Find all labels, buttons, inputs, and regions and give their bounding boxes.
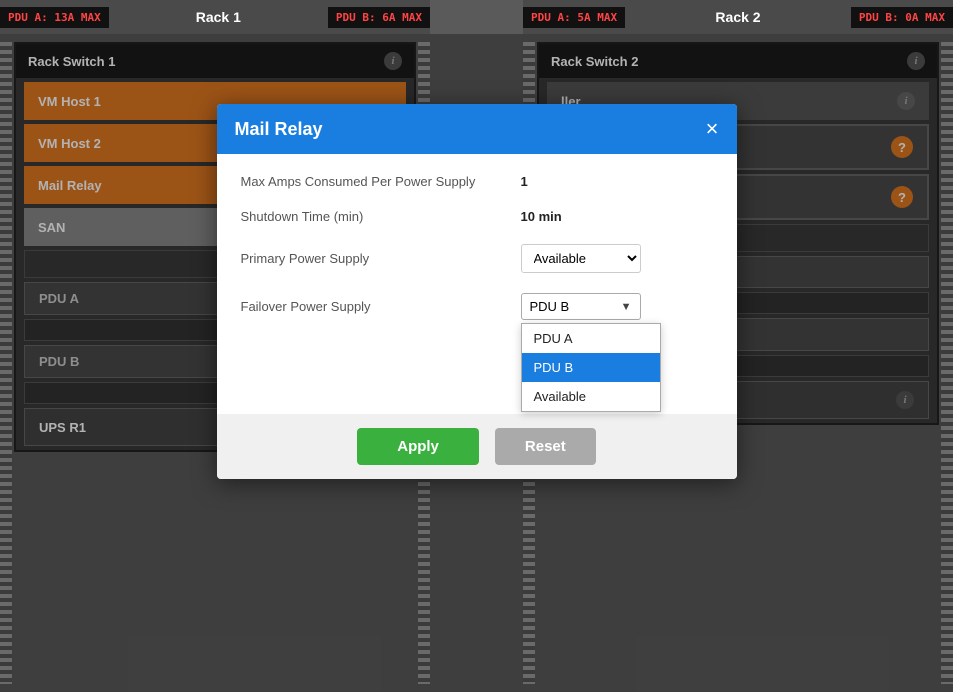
failover-option-available[interactable]: Available [522,382,660,411]
modal-overlay: Mail Relay × Max Amps Consumed Per Power… [0,34,953,692]
modal-close-button[interactable]: × [706,118,719,140]
shutdown-label: Shutdown Time (min) [241,209,521,224]
modal: Mail Relay × Max Amps Consumed Per Power… [217,104,737,479]
modal-body: Max Amps Consumed Per Power Supply 1 Shu… [217,154,737,414]
rack1-pdu-b-label: PDU B: 6A MAX [328,7,430,28]
max-amps-label: Max Amps Consumed Per Power Supply [241,174,521,189]
apply-button[interactable]: Apply [357,428,479,465]
failover-label: Failover Power Supply [241,299,521,314]
failover-option-pdu-a[interactable]: PDU A [522,324,660,353]
failover-select-arrow: ▼ [621,301,632,313]
rack1-pdu-a-label: PDU A: 13A MAX [0,7,109,28]
failover-select-trigger[interactable]: PDU B ▼ [521,293,641,320]
modal-footer: Apply Reset [217,414,737,479]
primary-power-select[interactable]: Available [521,244,641,273]
failover-option-pdu-b[interactable]: PDU B [522,353,660,382]
max-amps-row: Max Amps Consumed Per Power Supply 1 [241,174,713,189]
max-amps-value: 1 [521,174,528,189]
failover-selected-value: PDU B [530,299,570,314]
rack2-pdu-b-label: PDU B: 0A MAX [851,7,953,28]
shutdown-time-row: Shutdown Time (min) 10 min [241,209,713,224]
primary-power-row: Primary Power Supply Available [241,244,713,273]
rack2-title: Rack 2 [625,9,851,25]
reset-button[interactable]: Reset [495,428,596,465]
modal-title: Mail Relay [235,119,323,140]
modal-header: Mail Relay × [217,104,737,154]
primary-label: Primary Power Supply [241,251,521,266]
rack1-title: Rack 1 [109,9,328,25]
failover-dropdown-list: PDU A PDU B Available [521,323,661,412]
shutdown-value: 10 min [521,209,562,224]
failover-dropdown-container: PDU B ▼ PDU A PDU B Available [521,293,641,320]
failover-power-row: Failover Power Supply PDU B ▼ PDU A PDU … [241,293,713,320]
rack2-pdu-a-label: PDU A: 5A MAX [523,7,625,28]
